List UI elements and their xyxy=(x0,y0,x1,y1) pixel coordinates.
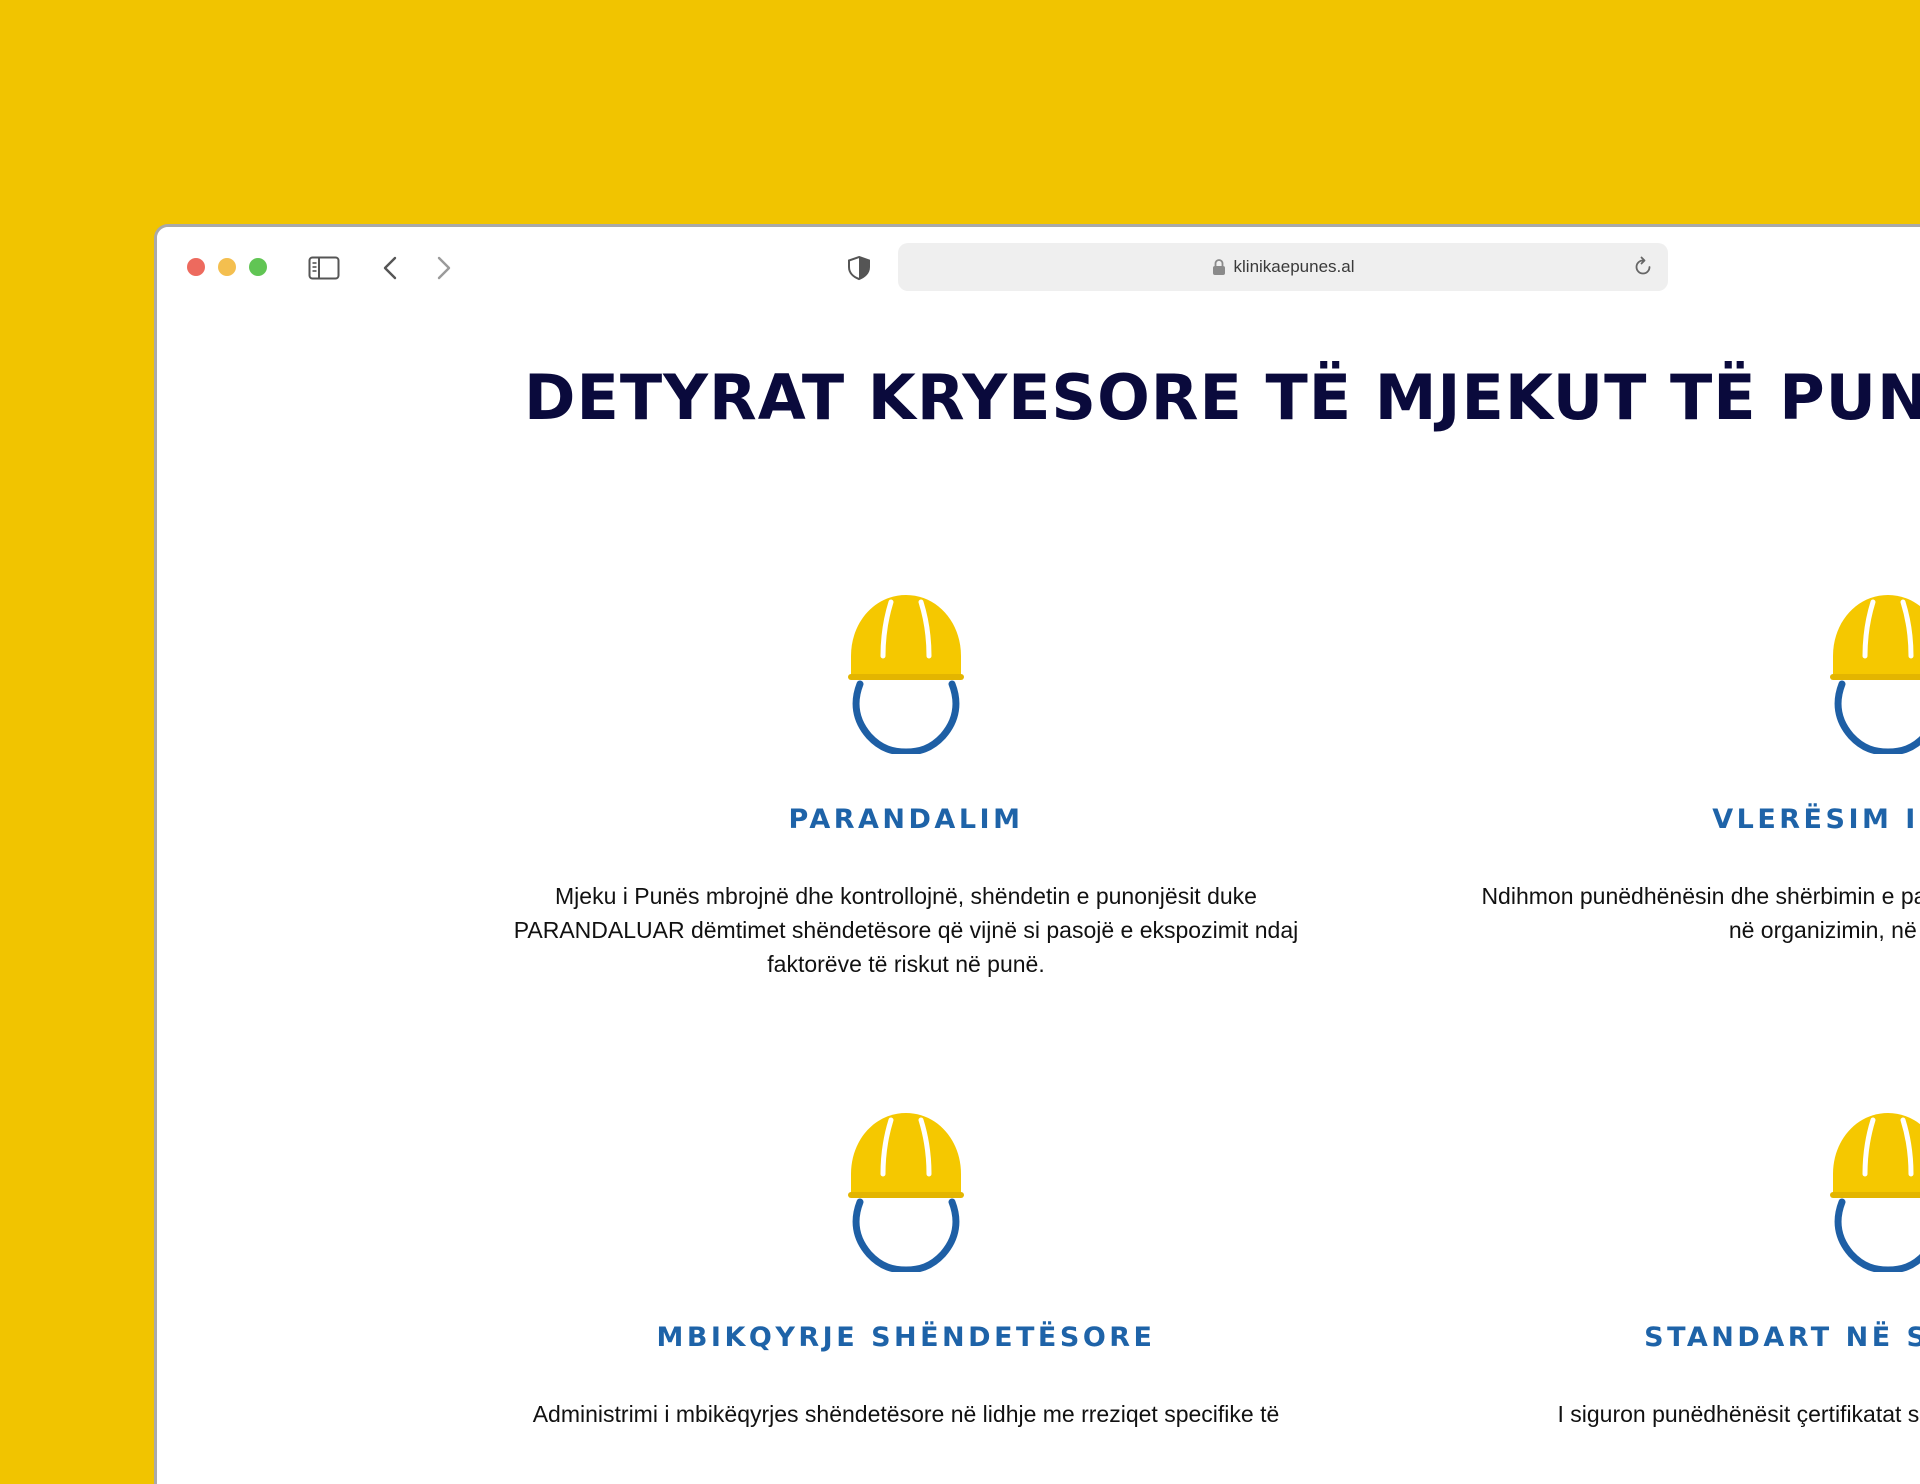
browser-window: klinikaepunes.al DETYRAT KRYESORE TË MJE… xyxy=(154,224,1920,1484)
address-bar[interactable]: klinikaepunes.al xyxy=(898,243,1668,291)
close-window-button[interactable] xyxy=(187,258,205,276)
card-heading: STANDART NË SHËNDETËSI xyxy=(1644,1322,1920,1353)
page-title: DETYRAT KRYESORE TË MJEKUT TË PUNËS xyxy=(524,361,1920,434)
zoom-window-button[interactable] xyxy=(249,258,267,276)
sidebar-icon[interactable] xyxy=(308,255,340,281)
browser-toolbar: klinikaepunes.al xyxy=(157,227,1920,307)
lock-icon xyxy=(1212,259,1225,275)
service-card: PARANDALIM Mjeku i Punës mbrojnë dhe kon… xyxy=(486,592,1326,981)
reload-icon[interactable] xyxy=(1632,256,1654,278)
card-heading: VLERËSIM I RISKUT xyxy=(1712,804,1920,835)
helmet-icon xyxy=(1830,1113,1920,1272)
card-text: I siguron punëdhënësit çertifikatat shën… xyxy=(1557,1401,1920,1427)
card-text: Administrimi i mbikëqyrjes shëndetësore … xyxy=(532,1401,1280,1427)
service-card: MBIKQYRJE SHËNDETËSORE Administrimi i mb… xyxy=(486,1110,1326,1431)
minimize-window-button[interactable] xyxy=(218,258,236,276)
card-heading: PARANDALIM xyxy=(788,804,1024,835)
card-text: Ndihmon punëdhënësin dhe shërbimin e par… xyxy=(1481,883,1920,943)
page-content: DETYRAT KRYESORE TË MJEKUT TË PUNËS PARA… xyxy=(157,307,1920,1484)
helmet-icon xyxy=(1830,595,1920,754)
helmet-icon xyxy=(848,595,964,754)
service-card: VLERËSIM I RISKUT Ndihmon punëdhënësin d… xyxy=(1468,592,1920,947)
forward-icon[interactable] xyxy=(427,255,459,281)
service-card: STANDART NË SHËNDETËSI I siguron punëdhë… xyxy=(1468,1110,1920,1431)
helmet-icon xyxy=(848,1113,964,1272)
back-icon[interactable] xyxy=(375,255,407,281)
shield-icon[interactable] xyxy=(843,255,875,281)
url-text: klinikaepunes.al xyxy=(1233,257,1355,276)
card-text: Mjeku i Punës mbrojnë dhe kontrollojnë, … xyxy=(513,883,1299,977)
card-heading: MBIKQYRJE SHËNDETËSORE xyxy=(656,1322,1156,1353)
